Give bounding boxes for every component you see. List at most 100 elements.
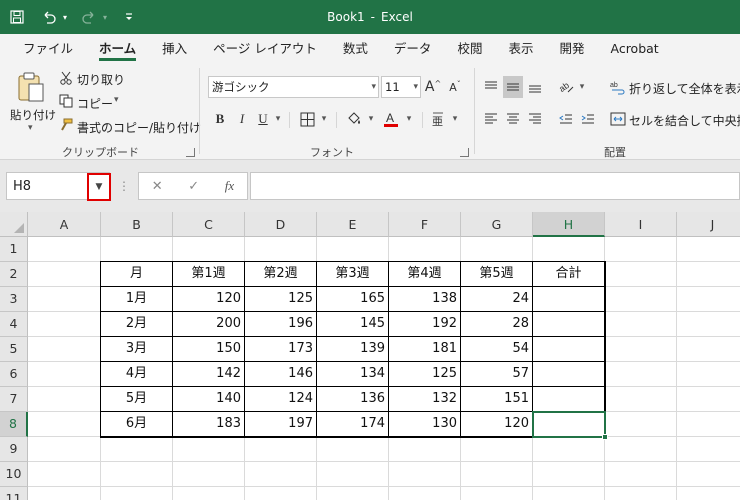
row-header-6[interactable]: 6 [0,362,28,387]
row-header-4[interactable]: 4 [0,312,28,337]
cell-j6[interactable] [677,362,740,387]
row-header-7[interactable]: 7 [0,387,28,412]
cell-c1[interactable] [173,237,245,262]
cell-f11[interactable] [389,487,461,500]
cell-j11[interactable] [677,487,740,500]
copy-icon[interactable] [58,93,74,109]
cell-d10[interactable] [245,462,317,487]
increase-indent-icon[interactable] [578,108,598,130]
cell-i2[interactable] [605,262,677,287]
column-header-j[interactable]: J [677,212,740,237]
column-header-h[interactable]: H [533,212,605,237]
cell-a8[interactable] [28,412,101,437]
tab-developer[interactable]: 開発 [546,34,597,64]
cell-i10[interactable] [605,462,677,487]
cell-e2[interactable]: 第3週 [317,262,389,287]
underline-button[interactable]: U [254,108,272,130]
cell-c4[interactable]: 200 [173,312,245,337]
cell-i11[interactable] [605,487,677,500]
cell-i4[interactable] [605,312,677,337]
cell-e9[interactable] [317,437,389,462]
underline-dropdown-icon[interactable]: ▾ [272,108,284,130]
cell-g11[interactable] [461,487,533,500]
paste-button[interactable]: 貼り付け [10,107,56,123]
tab-view[interactable]: 表示 [495,34,546,64]
column-header-i[interactable]: I [605,212,677,237]
column-header-g[interactable]: G [461,212,533,237]
row-header-3[interactable]: 3 [0,287,28,312]
cell-h2[interactable]: 合計 [533,262,605,287]
cell-b11[interactable] [101,487,173,500]
cell-d5[interactable]: 173 [245,337,317,362]
cell-h4[interactable] [533,312,605,337]
font-color-icon[interactable]: A [380,108,402,130]
tab-acrobat[interactable]: Acrobat [597,34,671,64]
cell-j10[interactable] [677,462,740,487]
copy-dropdown-icon[interactable]: ▾ [114,95,119,105]
tab-data[interactable]: データ [381,34,445,64]
tab-insert[interactable]: 挿入 [149,34,200,64]
cell-j2[interactable] [677,262,740,287]
cell-d3[interactable]: 125 [245,287,317,312]
cell-a9[interactable] [28,437,101,462]
copy-button[interactable]: コピー [77,95,113,112]
cell-c2[interactable]: 第1週 [173,262,245,287]
tab-formulas[interactable]: 数式 [330,34,381,64]
cell-b3[interactable]: 1月 [101,287,173,312]
cell-g9[interactable] [461,437,533,462]
cell-c10[interactable] [173,462,245,487]
cell-g10[interactable] [461,462,533,487]
cell-a10[interactable] [28,462,101,487]
cell-e10[interactable] [317,462,389,487]
cell-f7[interactable]: 132 [389,387,461,412]
formula-input[interactable] [250,172,740,200]
cell-e4[interactable]: 145 [317,312,389,337]
bold-button[interactable]: B [210,108,230,130]
cell-h3[interactable] [533,287,605,312]
align-bottom-icon[interactable] [525,76,545,98]
cell-d7[interactable]: 124 [245,387,317,412]
tab-page-layout[interactable]: ページ レイアウト [200,34,330,64]
cell-d8[interactable]: 197 [245,412,317,437]
cell-c5[interactable]: 150 [173,337,245,362]
cell-j8[interactable] [677,412,740,437]
font-launcher-icon[interactable] [460,148,469,157]
cell-f6[interactable]: 125 [389,362,461,387]
row-header-8[interactable]: 8 [0,412,28,437]
cell-f1[interactable] [389,237,461,262]
formula-bar-grip-icon[interactable]: ⋮ [118,172,130,200]
cell-f5[interactable]: 181 [389,337,461,362]
cell-j9[interactable] [677,437,740,462]
cell-b8[interactable]: 6月 [101,412,173,437]
phonetic-guide-dropdown-icon[interactable]: ▾ [449,108,461,130]
cell-i9[interactable] [605,437,677,462]
cell-g8[interactable]: 120 [461,412,533,437]
row-header-10[interactable]: 10 [0,462,28,487]
wrap-text-button[interactable]: 折り返して全体を表示す [629,80,740,97]
cell-i5[interactable] [605,337,677,362]
cell-b7[interactable]: 5月 [101,387,173,412]
cell-j3[interactable] [677,287,740,312]
cell-d2[interactable]: 第2週 [245,262,317,287]
row-header-11[interactable]: 11 [0,487,28,500]
scissors-icon[interactable] [58,70,74,86]
cell-a2[interactable] [28,262,101,287]
align-right-icon[interactable] [525,108,545,130]
clipboard-launcher-icon[interactable] [186,148,195,157]
column-header-e[interactable]: E [317,212,389,237]
insert-function-icon[interactable]: fx [225,178,234,194]
paste-dropdown-icon[interactable]: ▾ [28,123,33,133]
cell-b10[interactable] [101,462,173,487]
tab-review[interactable]: 校閲 [444,34,495,64]
cell-i8[interactable] [605,412,677,437]
cell-h9[interactable] [533,437,605,462]
align-center-icon[interactable] [503,108,523,130]
cell-j4[interactable] [677,312,740,337]
orientation-dropdown-icon[interactable]: ▾ [577,76,587,98]
cell-c8[interactable]: 183 [173,412,245,437]
name-box-dropdown-icon[interactable]: ▼ [87,173,111,201]
cell-g5[interactable]: 54 [461,337,533,362]
cell-b5[interactable]: 3月 [101,337,173,362]
cell-a3[interactable] [28,287,101,312]
cell-b1[interactable] [101,237,173,262]
